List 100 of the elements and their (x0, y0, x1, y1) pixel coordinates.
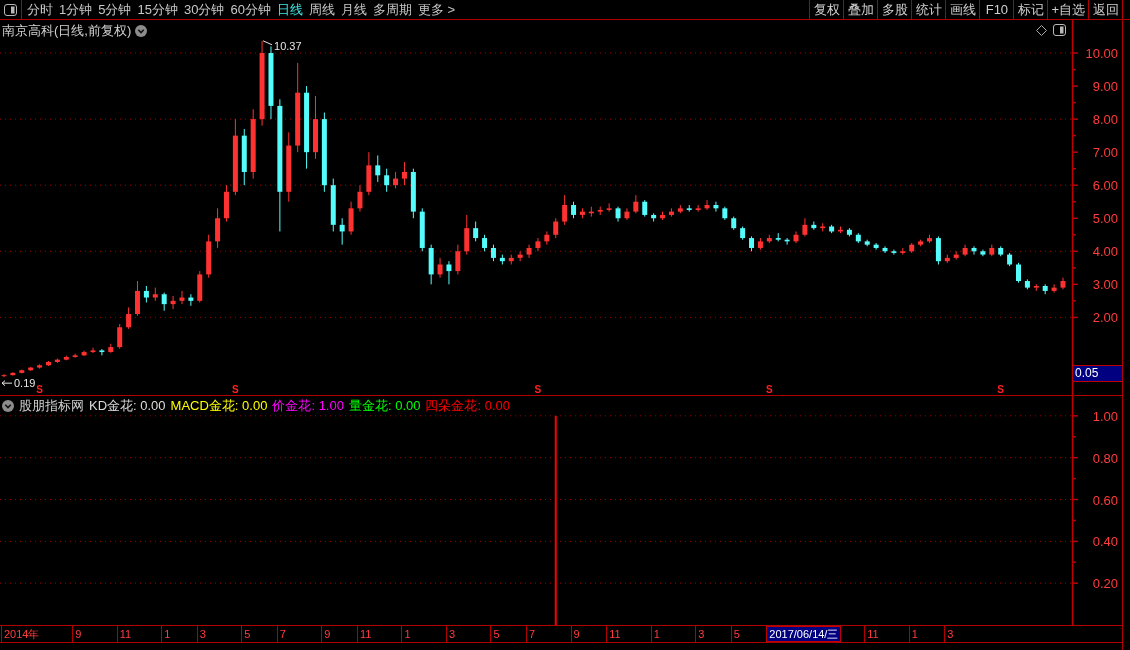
axis-label: 10.00 (1085, 46, 1118, 62)
candlestick (63, 355, 69, 361)
candlestick (188, 293, 194, 307)
axis-label: 5 (490, 626, 500, 642)
period-tab[interactable]: 5分钟 (95, 0, 135, 19)
axis-label: 3 (695, 626, 705, 642)
candlestick (490, 244, 496, 262)
axis-label: 9.00 (1092, 79, 1118, 95)
signal-marker: S (36, 384, 43, 395)
chevron-down-icon[interactable] (135, 25, 148, 37)
candlestick (562, 194, 568, 226)
toolbar-button[interactable]: 画线 (945, 0, 980, 19)
axis-label: 9 (72, 626, 82, 642)
candlestick (37, 363, 43, 370)
legend-value: 价金花: 1.00 (272, 397, 344, 415)
axis-label: 1 (650, 626, 660, 642)
toolbar-button[interactable]: 复权 (809, 0, 844, 19)
period-tab[interactable]: 30分钟 (180, 0, 228, 19)
candlestick (677, 204, 683, 214)
candlestick (553, 217, 559, 239)
toolbar-button[interactable]: 多股 (877, 0, 912, 19)
period-tab[interactable]: 更多 > (414, 0, 459, 19)
candlestick (695, 204, 701, 213)
candlestick (90, 347, 96, 354)
indicator-name: 股朋指标网 (19, 397, 84, 415)
candlestick (909, 242, 915, 254)
candlestick (731, 216, 737, 231)
candlestick (455, 244, 461, 275)
toolbar-button[interactable]: 返回 (1088, 0, 1122, 19)
candlestick (81, 350, 87, 357)
axis-label: 0.60 (1092, 492, 1118, 508)
toolbar-button[interactable]: 统计 (911, 0, 946, 19)
chevron-down-icon[interactable] (2, 400, 14, 412)
low-price-label: 0.19 (14, 377, 36, 390)
axis-label: 3 (445, 626, 456, 642)
axis-label: 11 (864, 626, 879, 642)
candlestick (224, 184, 229, 223)
axis-label: 7 (276, 626, 286, 642)
period-tab[interactable]: 周线 (305, 0, 338, 19)
candlestick (170, 295, 176, 310)
panel-toggle-icon[interactable] (1053, 24, 1066, 36)
candlestick (811, 221, 817, 231)
candlestick (19, 369, 25, 374)
candlestick (642, 199, 648, 218)
candlestick (428, 244, 434, 285)
axis-label: 5.00 (1092, 211, 1118, 227)
candlestick (419, 207, 425, 252)
candlestick (882, 245, 888, 254)
candlestick (197, 270, 203, 303)
candlestick (1033, 283, 1039, 292)
candlestick (517, 250, 523, 262)
candlestick (241, 128, 247, 186)
axis-label: 11 (606, 626, 621, 642)
candlestick (143, 285, 149, 303)
period-tab[interactable]: 分时 (24, 0, 56, 19)
candlestick (944, 254, 950, 264)
candlestick (615, 206, 621, 223)
candlestick (357, 184, 363, 213)
axis-label: 3 (944, 626, 954, 642)
candlestick (384, 168, 390, 193)
period-tab[interactable]: 月线 (337, 0, 370, 19)
candlestick (54, 358, 60, 364)
legend-value: MACD金花: 0.00 (170, 397, 268, 415)
candlestick (401, 161, 407, 186)
axis-label: 2014年 (1, 626, 40, 642)
period-tab[interactable]: 60分钟 (227, 0, 274, 19)
candlestick (784, 237, 790, 246)
candlestick (339, 217, 345, 246)
candlestick (953, 250, 959, 261)
candlestick (117, 323, 123, 350)
axis-label: 7 (526, 626, 536, 642)
toolbar-button[interactable]: 标记 (1013, 0, 1048, 19)
candlestick (1, 373, 7, 378)
toolbar-button[interactable]: F10 (979, 0, 1014, 19)
period-tab[interactable]: 15分钟 (134, 0, 181, 19)
candlestick (1016, 262, 1021, 284)
axis-label: 11 (116, 626, 132, 642)
candlestick (46, 360, 51, 367)
period-tab[interactable]: 多周期 (369, 0, 415, 19)
period-tab[interactable]: 1分钟 (56, 0, 96, 19)
panel-toggle-icon (4, 3, 17, 16)
candlestick (606, 202, 612, 213)
candlestick (873, 242, 879, 251)
toolbar-button[interactable]: 叠加 (843, 0, 878, 19)
toolbar-button[interactable]: +自选 (1047, 0, 1088, 19)
signal-marker: S (232, 384, 239, 395)
cursor-price-label: 0.05 (1073, 365, 1122, 382)
candlestick (686, 204, 692, 213)
candlestick (571, 201, 577, 219)
candlestick (624, 207, 630, 221)
candlestick (348, 201, 354, 236)
candlestick (1024, 278, 1030, 290)
candlestick (108, 343, 114, 354)
period-tab[interactable]: 日线 (273, 0, 306, 19)
diamond-icon[interactable] (1036, 24, 1047, 36)
candlestick (482, 234, 488, 252)
candlestick (740, 226, 746, 241)
candlestick (722, 206, 728, 221)
candlestick (660, 211, 666, 221)
candlestick (330, 178, 336, 232)
